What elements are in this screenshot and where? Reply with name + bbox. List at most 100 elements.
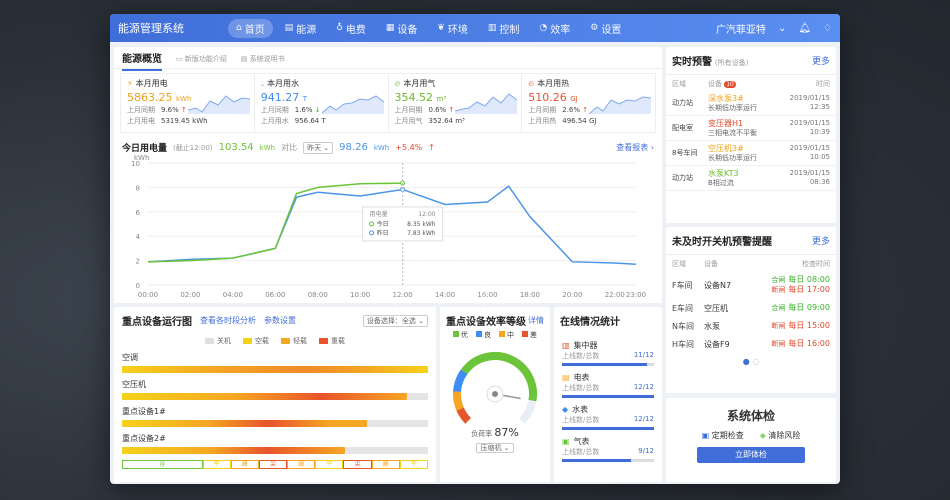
online-value: 12/12	[633, 415, 654, 423]
nav-control[interactable]: ▥ 控制	[480, 19, 528, 38]
param-settings-link[interactable]: 参数设置	[264, 315, 296, 326]
shutdown-area: F车间	[672, 280, 693, 290]
compressor-select[interactable]: 压缩机 ⌄	[476, 443, 514, 453]
tab-manual[interactable]: ▤ 系统说明书	[241, 54, 285, 68]
stat-value-number: 941.27	[260, 91, 300, 104]
load-label: 负荷率	[471, 430, 493, 438]
tab-overview[interactable]: 能源概览	[122, 50, 162, 71]
user-name[interactable]: 广汽菲亚特	[716, 21, 766, 36]
energy-icon: ▤	[284, 23, 294, 33]
alerts-count-badge: 10	[724, 81, 736, 88]
nav-device[interactable]: ▦ 设备	[378, 19, 426, 38]
shield-check-icon: ◈	[759, 431, 766, 440]
device-timeline-fill	[122, 366, 428, 373]
device-row[interactable]: 空调	[114, 352, 436, 373]
online-stats-card: 在线情况统计 ▥ 集中器 上线数/总数 11/12 ▤ 电表 上线数/总数 12/12 …	[554, 307, 662, 482]
alert-date: 2019/01/15	[789, 119, 830, 127]
efficiency-detail-link[interactable]: 详情	[528, 315, 544, 326]
last-month-label: 上月用水	[260, 117, 289, 125]
bulb-icon: ♁	[336, 23, 343, 33]
alerts-title: 实时预警	[672, 57, 712, 68]
online-value: 12/12	[633, 383, 654, 391]
device-row[interactable]: 空压机	[114, 379, 436, 400]
shutdown-device: 设备N7	[704, 280, 732, 290]
stat-card[interactable]: 🔥︎ 本月用热 510.26 GJ 上月同期 2.6% ↑ 上月用热 496.54 G…	[522, 74, 655, 132]
device-row[interactable]: 重点设备2#	[114, 433, 436, 454]
legend-swatch	[319, 338, 328, 344]
alerts-more-link[interactable]: 更多	[812, 54, 830, 67]
stat-card[interactable]: 💧︎ 本月用水 941.27 T 上月同期 1.6% ↓ 上月用水 956.64 T	[255, 74, 389, 132]
tab-new-features[interactable]: ▭ 新版功能介绍	[176, 54, 227, 68]
sparkline-area	[589, 97, 651, 114]
last-month-value: 496.54 GJ	[562, 117, 597, 125]
stat-value-number: 510.26	[528, 91, 567, 104]
time-scale-segment: 峰	[230, 460, 259, 469]
device-select[interactable]: 设备选择：全选 ⌄	[362, 314, 428, 327]
nav-gear[interactable]: ⚙ 设置	[582, 19, 629, 38]
nav-home[interactable]: ⌂ 首页	[228, 18, 273, 38]
nav-label: 能源	[296, 24, 317, 36]
drop-icon[interactable]: ♢	[823, 23, 832, 34]
alert-row[interactable]: 动力站 深水泵3# 长期低功率运行 2019/01/15 12:35	[666, 91, 836, 116]
online-progress	[562, 427, 654, 430]
shutdown-row[interactable]: H车间 设备F9 断闸 每日 16:00	[666, 335, 836, 353]
device-timeline-bar	[122, 447, 428, 454]
meter-icon: ▤	[562, 373, 570, 382]
nav-label: 效率	[550, 24, 571, 36]
legend-label: 轻载	[293, 337, 307, 345]
legend-swatch	[205, 338, 214, 344]
health-title: 系统体检	[726, 409, 775, 423]
period-analysis-link[interactable]: 查看各时段分析	[200, 315, 256, 326]
alert-device: 深水泵3#	[708, 93, 744, 103]
shutdown-more-link[interactable]: 更多	[812, 234, 830, 247]
alert-row[interactable]: 8号车间 空压机3# 长期低功率运行 2019/01/15 10:05	[666, 141, 836, 166]
alert-area: 动力站	[672, 99, 693, 107]
nav-leaf[interactable]: ❦ 环境	[429, 19, 476, 38]
alert-row[interactable]: 动力站 水泵KT3 B相过流 2019/01/15 08:36	[666, 166, 836, 191]
switch-status: 合闸	[771, 276, 786, 284]
stat-icon: 🔥︎	[528, 78, 535, 88]
alert-time: 10:39	[809, 128, 830, 136]
gauge-segment	[453, 369, 468, 393]
same-period-label: 上月同期	[260, 106, 289, 114]
run-check-button[interactable]: 立即体检	[697, 447, 805, 463]
shutdown-row[interactable]: F车间 设备N7 合闸 断闸 每日 08:00 每日 17:00	[666, 271, 836, 299]
alert-device: 空压机3#	[708, 143, 744, 153]
nav-bulb[interactable]: ♁ 电费	[328, 19, 374, 38]
nav-energy[interactable]: ▤ 能源	[277, 19, 325, 38]
stat-card[interactable]: 🔥︎ 本月用气 354.52 m³ 上月同期 0.6% ↑ 上月用气 352.64 m…	[389, 74, 523, 132]
alert-desc: 长期低功率运行	[708, 153, 757, 162]
shutdown-alerts-card: 未及时开关机预警提醒 更多 区域 设备 检查时间 F车间 设备N7 合闸 断闸 每日 08:0…	[666, 227, 836, 393]
top-nav-bar: 能源管理系统 ⌂ 首页 ▤ 能源 ♁ 电费 ▦ 设备 ❦ 环境 ▥ 控制 ◔ 效率 ⚙ 设置 广汽菲亚特 ⌄ …	[110, 14, 840, 42]
x-tick-label: 16:00	[477, 291, 497, 299]
nav-efficiency[interactable]: ◔ 效率	[531, 19, 578, 38]
stat-icon: 🔥︎	[394, 78, 401, 88]
alert-row[interactable]: 配电室 变压器H1 三相电流不平衡 2019/01/15 10:39	[666, 116, 836, 141]
stat-card[interactable]: ⚡ 本月用电 5863.25 kWh 上月同期 9.6% ↑ 上月用电 5319.45…	[121, 74, 255, 132]
online-item[interactable]: ◆ 水表 上线数/总数 12/12	[554, 404, 662, 430]
bell-icon[interactable]: 🔔︎	[798, 23, 811, 34]
online-item[interactable]: ▥ 集中器 上线数/总数 11/12	[554, 340, 662, 366]
shutdown-row[interactable]: N车间 水泵 断闸 每日 15:00	[666, 317, 836, 335]
legend-item: 轻载	[281, 336, 307, 346]
online-item-name: 水表	[572, 405, 589, 414]
time-scale-segment: 平	[399, 460, 429, 469]
last-month-value: 5319.45 kWh	[161, 117, 208, 125]
periodic-check-label: 定期检查	[711, 431, 744, 440]
pager-dots[interactable]: ● ○	[666, 357, 836, 366]
same-period-label: 上月同期	[127, 106, 155, 114]
online-item[interactable]: ▤ 电表 上线数/总数 12/12	[554, 372, 662, 398]
legend-label: 关机	[217, 337, 231, 345]
shutdown-row[interactable]: E车间 空压机 合闸 每日 09:00	[666, 299, 836, 317]
stat-icon: 💧︎	[260, 78, 264, 88]
nav-label: 环境	[447, 24, 468, 36]
tooltip-title: 用电量	[370, 210, 388, 218]
x-tick-label: 08:00	[308, 291, 328, 299]
online-item[interactable]: ▣ 气表 上线数/总数 9/12	[554, 436, 662, 462]
time-scale-segment: 峰	[371, 460, 400, 469]
efficiency-gauge	[453, 352, 537, 424]
online-value: 9/12	[638, 447, 654, 455]
device-row[interactable]: 重点设备1#	[114, 406, 436, 427]
switch-status: 断闸	[771, 340, 786, 348]
user-chevron-icon[interactable]: ⌄	[778, 23, 786, 34]
